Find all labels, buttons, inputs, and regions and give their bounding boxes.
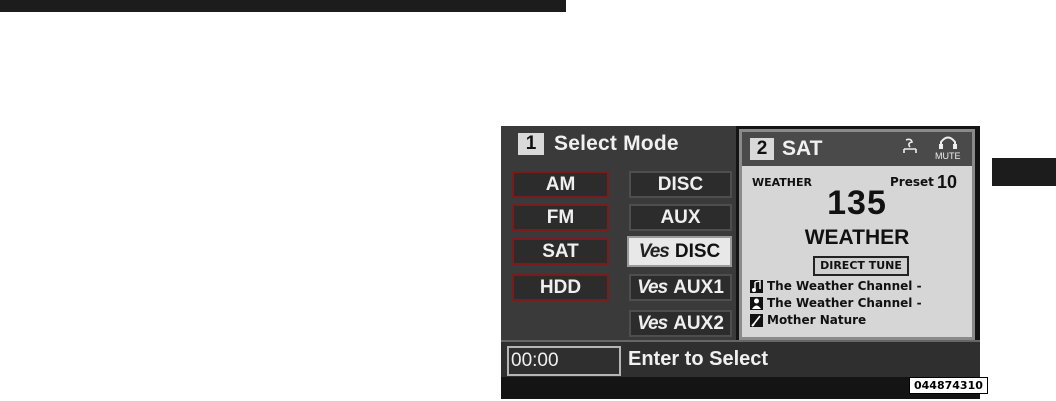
song-text: The Weather Channel -	[767, 279, 922, 293]
page-section-tab	[992, 158, 1056, 186]
direct-tune-button[interactable]: DIRECT TUNE	[813, 256, 909, 276]
panel-number-badge: 1	[518, 133, 544, 155]
panel-number-badge: 2	[750, 138, 774, 160]
figure-code-label: 044874310	[909, 377, 988, 394]
mode-button-hdd[interactable]: HDD	[512, 274, 609, 301]
mode-button-ves-aux2-label: AUX2	[673, 313, 724, 334]
artist-icon	[750, 296, 763, 310]
composer-line: Mother Nature	[750, 312, 866, 328]
mute-button[interactable]: MUTE	[935, 134, 961, 161]
mode-button-ves-disc[interactable]: Ves DISC	[627, 236, 732, 267]
composer-icon	[750, 313, 763, 327]
sat-info-panel: 2 SAT MUTE WEATHER Preset 10 135 WEATHER	[739, 129, 975, 340]
mode-button-sat[interactable]: SAT	[512, 238, 609, 265]
select-mode-panel: 1 Select Mode AM FM SAT HDD DISC AUX Ves…	[501, 126, 736, 340]
song-line: The Weather Channel -	[750, 278, 922, 294]
select-mode-title: Select Mode	[554, 132, 679, 155]
clock-display: 00:00	[507, 346, 621, 376]
ves-logo: Ves	[637, 313, 668, 334]
mode-button-ves-disc-label: DISC	[674, 241, 721, 262]
channel-number: 135	[827, 184, 887, 222]
mode-button-ves-aux2[interactable]: Ves AUX2	[629, 310, 732, 337]
select-mode-header: 1 Select Mode	[501, 126, 679, 162]
mode-button-disc-label: DISC	[657, 174, 704, 195]
signal-icon	[902, 137, 918, 158]
mode-button-aux[interactable]: AUX	[629, 204, 732, 231]
mode-button-sat-label: SAT	[542, 241, 579, 262]
mode-button-am[interactable]: AM	[512, 171, 609, 198]
artist-text: The Weather Channel -	[767, 296, 922, 310]
mode-button-ves-aux1[interactable]: Ves AUX1	[629, 274, 732, 301]
mode-button-am-label: AM	[545, 174, 576, 195]
mode-button-disc[interactable]: DISC	[629, 171, 732, 198]
headphones-icon	[938, 136, 957, 149]
mode-button-hdd-label: HDD	[539, 277, 582, 298]
mode-button-ves-aux1-label: AUX1	[673, 277, 724, 298]
mode-button-fm[interactable]: FM	[512, 204, 609, 231]
mode-button-aux-label: AUX	[660, 207, 701, 228]
sat-header: 2 SAT MUTE	[742, 132, 972, 166]
sat-title: SAT	[782, 137, 823, 160]
ves-logo: Ves	[637, 277, 668, 298]
composer-text: Mother Nature	[767, 313, 867, 327]
channel-name: WEATHER	[804, 226, 910, 249]
enter-to-select-hint: Enter to Select	[628, 348, 769, 370]
artist-line: The Weather Channel -	[750, 295, 922, 311]
status-bar: 00:00 Enter to Select	[501, 340, 980, 377]
mode-button-fm-label: FM	[546, 207, 575, 228]
ves-logo: Ves	[638, 241, 670, 262]
page-top-rule	[0, 0, 566, 12]
radio-display-screen: 1 Select Mode AM FM SAT HDD DISC AUX Ves…	[501, 126, 988, 399]
music-note-icon	[750, 279, 763, 293]
mute-label: MUTE	[935, 151, 961, 161]
